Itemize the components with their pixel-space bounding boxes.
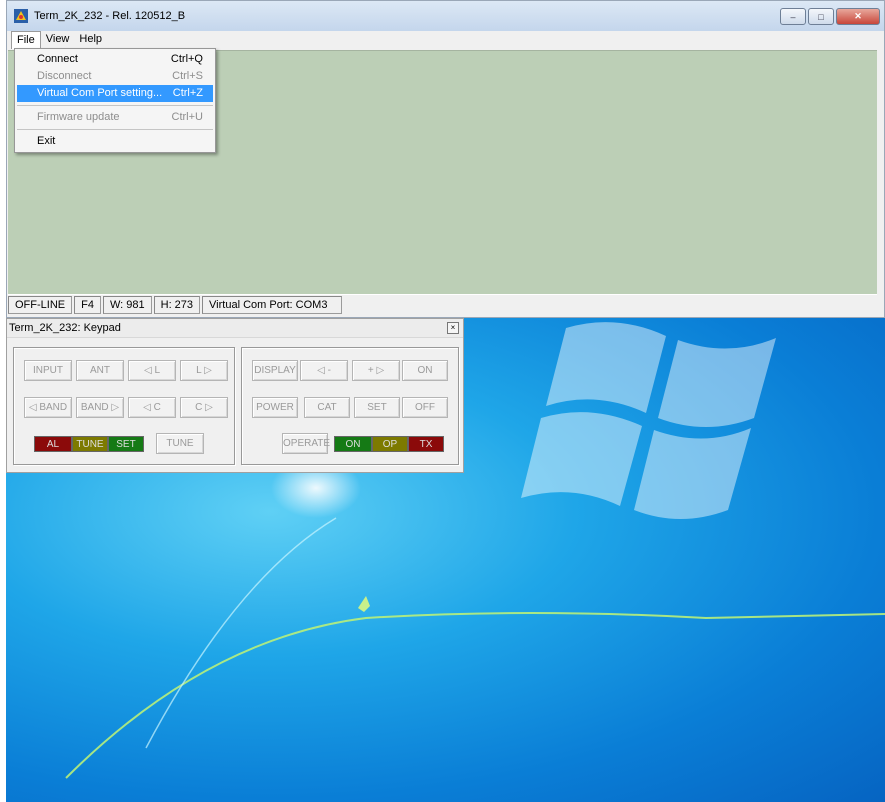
- menu-help[interactable]: Help: [74, 31, 107, 48]
- app-icon: [14, 9, 28, 23]
- l-right-button[interactable]: L ▷: [180, 360, 228, 381]
- menu-item-label: Connect: [37, 53, 78, 65]
- plus-button[interactable]: + ▷: [352, 360, 400, 381]
- on-button[interactable]: ON: [402, 360, 448, 381]
- window-title: Term_2K_232 - Rel. 120512_B: [34, 10, 186, 22]
- menu-item-label: Disconnect: [37, 70, 92, 82]
- band-left-button[interactable]: ◁ BAND: [24, 397, 72, 418]
- minimize-button[interactable]: –: [780, 8, 806, 25]
- band-right-button[interactable]: BAND ▷: [76, 397, 124, 418]
- tune-button[interactable]: TUNE: [156, 433, 204, 454]
- keypad-title-bar[interactable]: Term_2K_232: Keypad ×: [7, 319, 463, 338]
- set-indicator: SET: [108, 436, 144, 452]
- operate-button[interactable]: OPERATE: [282, 433, 330, 454]
- keypad-close-icon[interactable]: ×: [447, 322, 459, 334]
- status-width: W: 981: [102, 296, 152, 314]
- menu-item-shortcut: Ctrl+S: [172, 70, 203, 82]
- keypad-left-group: INPUT ANT ◁ L L ▷ ◁ BAND BAND ▷ ◁ C C ▷ …: [13, 347, 235, 465]
- status-connection: OFF-LINE: [8, 296, 73, 314]
- menu-separator: [17, 129, 213, 130]
- close-button[interactable]: ✕: [836, 8, 880, 25]
- maximize-button[interactable]: □: [808, 8, 834, 25]
- menu-item-connect[interactable]: Connect Ctrl+Q: [17, 51, 213, 68]
- menu-item-virtual-com-port[interactable]: Virtual Com Port setting... Ctrl+Z: [17, 85, 213, 102]
- menu-bar: File View Help: [7, 30, 884, 49]
- menu-item-exit[interactable]: Exit: [17, 133, 213, 150]
- on-indicator: ON: [334, 436, 372, 452]
- menu-view[interactable]: View: [41, 31, 75, 48]
- status-font: F4: [74, 296, 101, 314]
- tune-indicator: TUNE: [72, 436, 108, 452]
- status-height: H: 273: [153, 296, 201, 314]
- status-bar: OFF-LINE F4 W: 981 H: 273 Virtual Com Po…: [8, 294, 877, 315]
- c-right-button[interactable]: C ▷: [180, 397, 228, 418]
- menu-item-label: Firmware update: [37, 111, 120, 123]
- menu-item-shortcut: Ctrl+U: [171, 111, 203, 123]
- minus-button[interactable]: ◁ -: [300, 360, 348, 381]
- keypad-window: Term_2K_232: Keypad × INPUT ANT ◁ L L ▷ …: [6, 318, 464, 473]
- display-button[interactable]: DISPLAY: [252, 360, 298, 381]
- keypad-title: Term_2K_232: Keypad: [9, 322, 121, 334]
- status-port: Virtual Com Port: COM3: [202, 296, 343, 314]
- tx-indicator: TX: [408, 436, 444, 452]
- file-menu-dropdown: Connect Ctrl+Q Disconnect Ctrl+S Virtual…: [14, 48, 216, 153]
- c-left-button[interactable]: ◁ C: [128, 397, 176, 418]
- menu-item-label: Virtual Com Port setting...: [37, 87, 163, 99]
- menu-separator: [17, 105, 213, 106]
- l-left-button[interactable]: ◁ L: [128, 360, 176, 381]
- op-indicator: OP: [372, 436, 408, 452]
- menu-file[interactable]: File: [11, 30, 41, 49]
- menu-item-label: Exit: [37, 135, 56, 147]
- set-button[interactable]: SET: [354, 397, 400, 418]
- menu-item-disconnect[interactable]: Disconnect Ctrl+S: [17, 68, 213, 85]
- al-indicator: AL: [34, 436, 72, 452]
- input-button[interactable]: INPUT: [24, 360, 72, 381]
- title-bar[interactable]: Term_2K_232 - Rel. 120512_B – □ ✕: [7, 1, 884, 31]
- power-button[interactable]: POWER: [252, 397, 298, 418]
- off-button[interactable]: OFF: [402, 397, 448, 418]
- cat-button[interactable]: CAT: [304, 397, 350, 418]
- keypad-right-group: DISPLAY ◁ - + ▷ ON POWER CAT SET OFF OPE…: [241, 347, 459, 465]
- menu-item-shortcut: Ctrl+Z: [172, 87, 203, 99]
- menu-item-firmware-update[interactable]: Firmware update Ctrl+U: [17, 109, 213, 126]
- ant-button[interactable]: ANT: [76, 360, 124, 381]
- menu-item-shortcut: Ctrl+Q: [170, 53, 203, 65]
